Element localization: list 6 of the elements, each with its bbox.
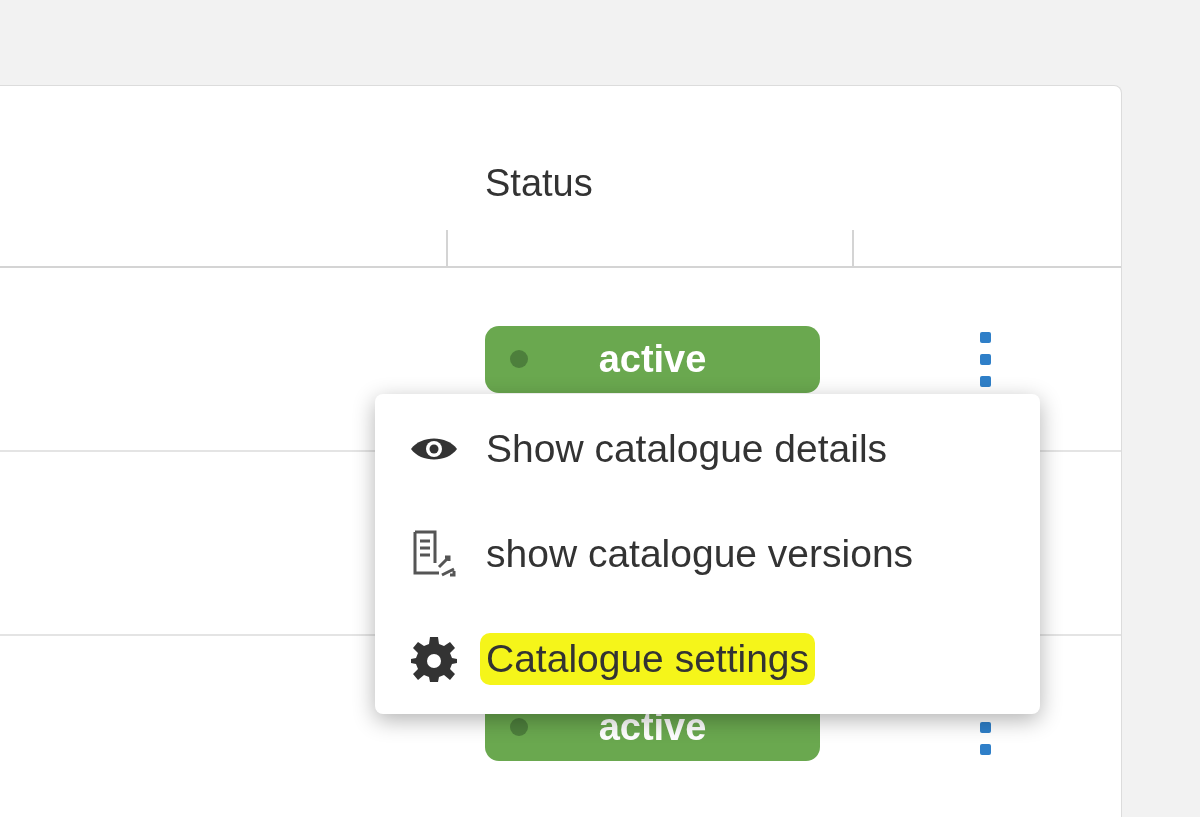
menu-item[interactable]: Catalogue settings: [480, 633, 816, 685]
status-badge: active: [485, 325, 820, 393]
menu-item[interactable]: show catalogue versions: [480, 528, 920, 580]
column-header: Status: [485, 162, 594, 205]
menu-item[interactable]: Show catalogue details: [480, 423, 894, 475]
gear-icon: [410, 635, 458, 683]
